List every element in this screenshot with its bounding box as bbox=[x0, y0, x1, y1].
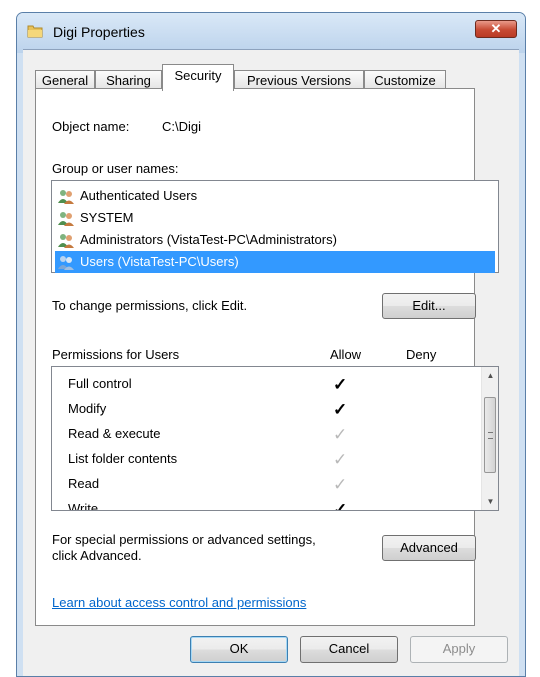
tab-customize[interactable]: Customize bbox=[364, 70, 446, 90]
permission-row: Write ✓ bbox=[68, 496, 478, 511]
permission-row: Read & execute ✓ bbox=[68, 421, 478, 446]
special-permissions-text-line1: For special permissions or advanced sett… bbox=[52, 532, 316, 547]
ok-button-label: OK bbox=[229, 641, 249, 656]
grip-icon bbox=[488, 432, 493, 439]
window-title: Digi Properties bbox=[53, 24, 145, 40]
permission-label: Read & execute bbox=[68, 426, 161, 441]
permission-row: Read ✓ bbox=[68, 471, 478, 496]
group-label: Users (VistaTest-PC\Users) bbox=[80, 254, 239, 269]
allow-column-header: Allow bbox=[330, 347, 362, 362]
permissions-heading: Permissions for Users bbox=[52, 347, 180, 362]
title-bar[interactable]: Digi Properties ✕ bbox=[17, 13, 525, 53]
tab-general[interactable]: General bbox=[35, 70, 95, 90]
permission-row: List folder contents ✓ bbox=[68, 446, 478, 471]
advanced-button[interactable]: Advanced bbox=[382, 535, 476, 561]
list-item[interactable]: Authenticated Users bbox=[55, 185, 495, 207]
permission-label: Read bbox=[68, 476, 100, 491]
security-panel: Object name: C:\Digi Group or user names… bbox=[35, 88, 499, 626]
inherited-check-icon: ✓ bbox=[333, 450, 348, 469]
apply-button[interactable]: Apply bbox=[410, 636, 508, 663]
ok-button[interactable]: OK bbox=[190, 636, 288, 663]
object-name-label: Object name: bbox=[52, 119, 130, 134]
group-label: Administrators (VistaTest-PC\Administrat… bbox=[80, 232, 337, 247]
list-item[interactable]: SYSTEM bbox=[55, 207, 495, 229]
inherited-check-icon: ✓ bbox=[333, 475, 348, 494]
special-permissions-text-line2: click Advanced. bbox=[52, 548, 142, 563]
group-list-heading: Group or user names: bbox=[52, 161, 179, 176]
permission-label: Full control bbox=[68, 376, 132, 391]
permissions-scrollbar[interactable]: ▲ ▼ bbox=[481, 367, 498, 510]
permission-row: Full control ✓ bbox=[68, 371, 478, 396]
allow-check-icon: ✓ bbox=[333, 500, 348, 511]
group-label: Authenticated Users bbox=[80, 188, 198, 203]
edit-button-label: Edit... bbox=[412, 298, 446, 313]
permissions-listbox[interactable]: Full control ✓ Modify ✓ Read & execute ✓… bbox=[51, 366, 499, 511]
inherited-check-icon: ✓ bbox=[333, 425, 348, 444]
close-button[interactable]: ✕ bbox=[475, 20, 517, 38]
users-icon bbox=[58, 256, 74, 270]
tab-security[interactable]: Security bbox=[162, 64, 234, 91]
folder-icon bbox=[27, 25, 43, 38]
learn-access-control-link[interactable]: Learn about access control and permissio… bbox=[52, 595, 306, 610]
object-name-value: C:\Digi bbox=[162, 119, 202, 134]
list-item-selected[interactable]: Users (VistaTest-PC\Users) bbox=[55, 251, 495, 273]
cancel-button-label: Cancel bbox=[328, 641, 370, 656]
properties-window: Digi Properties ✕ General Sharing Securi… bbox=[16, 12, 526, 677]
tab-previous-versions[interactable]: Previous Versions bbox=[234, 70, 364, 90]
users-icon bbox=[58, 234, 74, 248]
users-icon bbox=[58, 212, 74, 226]
group-label: SYSTEM bbox=[80, 210, 134, 225]
tab-sharing[interactable]: Sharing bbox=[95, 70, 162, 90]
advanced-button-label: Advanced bbox=[400, 540, 458, 555]
dialog-body: General Sharing Security Previous Versio… bbox=[23, 49, 519, 676]
scrollbar-thumb[interactable] bbox=[484, 397, 496, 473]
group-listbox[interactable]: Authenticated Users SYSTEM Administrator… bbox=[51, 180, 499, 273]
edit-button[interactable]: Edit... bbox=[382, 293, 476, 319]
users-icon bbox=[58, 190, 74, 204]
allow-check-icon: ✓ bbox=[333, 375, 348, 394]
permission-label: Write bbox=[68, 501, 99, 511]
permission-label: List folder contents bbox=[68, 451, 178, 466]
deny-column-header: Deny bbox=[406, 347, 437, 362]
list-item[interactable]: Administrators (VistaTest-PC\Administrat… bbox=[55, 229, 495, 251]
apply-button-label: Apply bbox=[442, 641, 476, 656]
permission-row: Modify ✓ bbox=[68, 396, 478, 421]
cancel-button[interactable]: Cancel bbox=[300, 636, 398, 663]
change-permissions-text: To change permissions, click Edit. bbox=[52, 298, 248, 313]
scroll-up-arrow-icon[interactable]: ▲ bbox=[482, 367, 498, 384]
allow-check-icon: ✓ bbox=[333, 400, 348, 419]
permission-label: Modify bbox=[68, 401, 107, 416]
scroll-down-arrow-icon[interactable]: ▼ bbox=[482, 493, 498, 510]
